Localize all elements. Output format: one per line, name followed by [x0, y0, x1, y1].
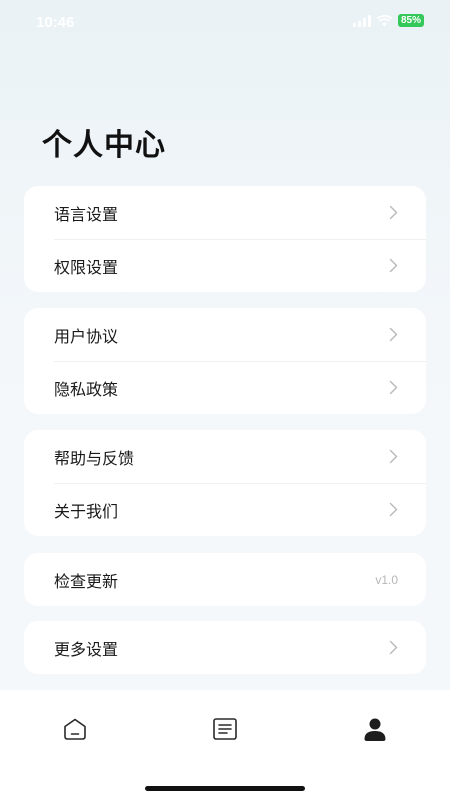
- status-indicators: 85%: [352, 14, 424, 27]
- wifi-icon: [376, 14, 392, 27]
- chevron-right-icon: [389, 380, 398, 395]
- chevron-right-icon: [389, 258, 398, 273]
- document-list-icon: [212, 717, 238, 745]
- tab-profile[interactable]: [360, 716, 390, 746]
- settings-group-1: 语言设置 权限设置: [24, 186, 426, 292]
- version-label: v1.0: [375, 572, 398, 587]
- tab-documents[interactable]: [210, 716, 240, 746]
- menu-item-help-feedback[interactable]: 帮助与反馈: [24, 430, 426, 483]
- chevron-right-icon: [389, 449, 398, 464]
- chevron-right-icon: [389, 502, 398, 517]
- page-title: 个人中心: [42, 128, 166, 163]
- battery-indicator: 85%: [397, 14, 424, 27]
- menu-item-label: 关于我们: [54, 501, 119, 521]
- home-icon: [62, 717, 88, 745]
- menu-item-check-update[interactable]: 检查更新 v1.0: [24, 553, 426, 606]
- menu-item-about-us[interactable]: 关于我们: [24, 483, 426, 536]
- menu-item-user-agreement[interactable]: 用户协议: [24, 308, 426, 361]
- status-bar: 10:46 85%: [0, 0, 450, 44]
- chevron-right-icon: [389, 327, 398, 342]
- chevron-right-icon: [389, 640, 398, 655]
- settings-group-3: 帮助与反馈 关于我们: [24, 430, 426, 536]
- bottom-tab-bar: [0, 690, 450, 800]
- settings-group-4: 检查更新 v1.0: [24, 553, 426, 606]
- menu-item-language-settings[interactable]: 语言设置: [24, 186, 426, 239]
- menu-item-label: 隐私政策: [54, 379, 119, 399]
- menu-item-label: 帮助与反馈: [54, 448, 135, 468]
- menu-item-permission-settings[interactable]: 权限设置: [24, 239, 426, 292]
- menu-item-label: 权限设置: [54, 257, 119, 277]
- settings-group-2: 用户协议 隐私政策: [24, 308, 426, 414]
- menu-item-label: 更多设置: [54, 639, 119, 659]
- status-time: 10:46: [36, 14, 75, 31]
- settings-group-5: 更多设置: [24, 621, 426, 674]
- tab-home[interactable]: [60, 716, 90, 746]
- menu-item-label: 语言设置: [54, 204, 119, 224]
- signal-icon: [352, 14, 371, 27]
- menu-item-label: 用户协议: [54, 326, 119, 346]
- menu-item-privacy-policy[interactable]: 隐私政策: [24, 361, 426, 414]
- menu-item-more-settings[interactable]: 更多设置: [24, 621, 426, 674]
- user-profile-icon: [363, 717, 387, 745]
- home-indicator[interactable]: [145, 786, 305, 791]
- menu-item-label: 检查更新: [54, 571, 119, 591]
- chevron-right-icon: [389, 205, 398, 220]
